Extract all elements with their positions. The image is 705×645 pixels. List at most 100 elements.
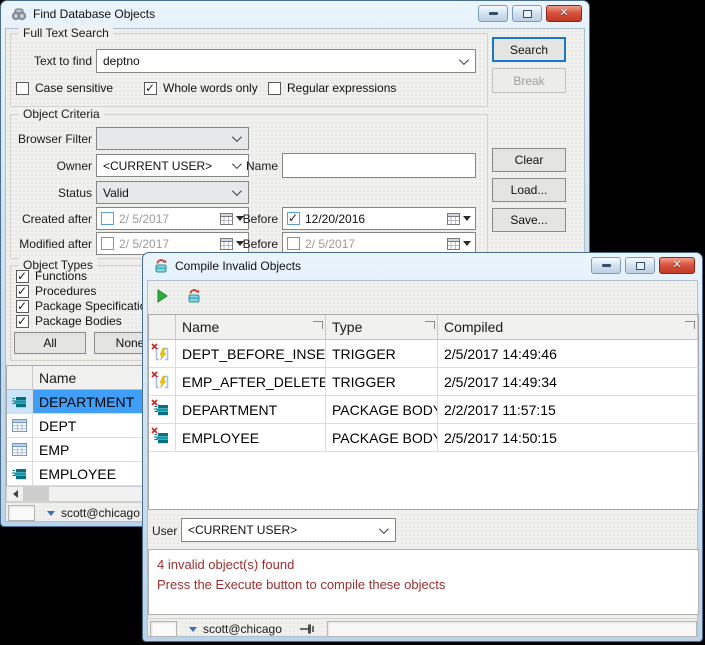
table-icon	[12, 443, 27, 456]
calendar-icon[interactable]	[447, 237, 460, 250]
object-row-type[interactable]: TRIGGER	[326, 368, 438, 396]
connection-dropdown-icon[interactable]	[189, 626, 197, 632]
procedures-option[interactable]: Procedures	[16, 284, 96, 298]
load-button[interactable]: Load...	[492, 178, 566, 202]
chevron-down-icon[interactable]	[231, 132, 242, 143]
execute-button[interactable]	[152, 286, 172, 306]
chevron-down-icon[interactable]	[458, 54, 469, 65]
whole-words-checkbox[interactable]	[144, 81, 157, 95]
functions-checkbox[interactable]	[16, 269, 29, 283]
name-label: Name	[245, 159, 278, 173]
package-bodies-option[interactable]: Package Bodies	[16, 314, 122, 328]
maximize-button[interactable]	[512, 5, 542, 22]
compile-window-title: Compile Invalid Objects	[175, 259, 302, 273]
result-row-icon-cell[interactable]	[7, 438, 33, 462]
calendar-icon[interactable]	[447, 212, 460, 225]
whole-words-option[interactable]: Whole words only	[144, 81, 258, 95]
package-specs-checkbox[interactable]	[16, 299, 29, 313]
regex-option[interactable]: Regular expressions	[268, 81, 396, 95]
scroll-left-arrow-icon[interactable]	[7, 487, 23, 501]
regex-checkbox[interactable]	[268, 81, 281, 95]
status-combobox[interactable]: Valid	[96, 181, 249, 204]
text-to-find-label: Text to find	[33, 54, 92, 68]
maximize-icon	[635, 261, 645, 270]
procedures-checkbox[interactable]	[16, 284, 29, 298]
modified-before-checkbox[interactable]	[287, 237, 300, 250]
trigger-invalid-icon	[151, 370, 170, 389]
text-to-find-combobox[interactable]: deptno	[96, 49, 476, 73]
object-row-icon-cell[interactable]	[149, 368, 176, 396]
result-row-icon-cell[interactable]	[7, 414, 33, 438]
connection-label[interactable]: scott@chicago	[203, 622, 282, 636]
save-button[interactable]: Save...	[492, 208, 566, 232]
scrollbar-thumb[interactable]	[23, 487, 49, 501]
date-dropdown-icon[interactable]	[463, 241, 471, 246]
object-row-name[interactable]: EMPLOYEE	[176, 424, 326, 452]
case-sensitive-option[interactable]: Case sensitive	[16, 81, 113, 95]
created-before-checkbox[interactable]	[287, 211, 300, 225]
object-row-type[interactable]: TRIGGER	[326, 340, 438, 368]
object-row-compiled[interactable]: 2/5/2017 14:49:34	[438, 368, 698, 396]
pin-icon[interactable]	[299, 623, 315, 635]
user-label: User	[152, 524, 178, 538]
object-row-type[interactable]: PACKAGE BODY	[326, 424, 438, 452]
icon-column-header[interactable]	[149, 315, 176, 340]
functions-option[interactable]: Functions	[16, 269, 87, 283]
results-icon-column-header[interactable]	[7, 366, 33, 390]
type-column-header[interactable]: Type	[326, 315, 438, 340]
object-row-compiled[interactable]: 2/5/2017 14:50:15	[438, 424, 698, 452]
object-row-name[interactable]: EMP_AFTER_DELETE	[176, 368, 326, 396]
created-before-datepicker[interactable]: 12/20/2016	[282, 207, 476, 230]
column-resize-icon[interactable]	[425, 321, 435, 329]
object-row-icon-cell[interactable]	[149, 424, 176, 452]
browser-filter-combobox[interactable]	[96, 127, 249, 150]
text-to-find-value: deptno	[103, 54, 140, 68]
maximize-button[interactable]	[625, 257, 655, 274]
result-row-icon-cell[interactable]	[7, 462, 33, 486]
user-combobox[interactable]: <CURRENT USER>	[181, 518, 396, 542]
modified-after-checkbox[interactable]	[101, 237, 114, 250]
package-bodies-checkbox[interactable]	[16, 314, 29, 328]
find-window-titlebar[interactable]: Find Database Objects ✕	[4, 1, 586, 27]
package-icon	[11, 467, 28, 481]
chevron-down-icon[interactable]	[231, 186, 242, 197]
minimize-button[interactable]	[591, 257, 621, 274]
object-row-icon-cell[interactable]	[149, 396, 176, 424]
all-button[interactable]: All	[14, 332, 86, 354]
package-specs-option[interactable]: Package Specifications	[16, 299, 159, 313]
object-row-name[interactable]: DEPARTMENT	[176, 396, 326, 424]
case-sensitive-checkbox[interactable]	[16, 81, 29, 95]
created-after-datepicker[interactable]: 2/ 5/2017	[96, 207, 249, 230]
compile-refresh-icon	[188, 289, 200, 303]
name-header-label: Name	[182, 319, 220, 335]
date-dropdown-icon[interactable]	[463, 216, 471, 221]
message-line-2: Press the Execute button to compile thes…	[157, 576, 446, 592]
object-row-type[interactable]: PACKAGE BODY	[326, 396, 438, 424]
close-icon: ✕	[559, 7, 569, 19]
object-row-compiled[interactable]: 2/2/2017 11:57:15	[438, 396, 698, 424]
minimize-button[interactable]	[478, 5, 508, 22]
full-text-search-legend: Full Text Search	[19, 26, 113, 40]
object-row-icon-cell[interactable]	[149, 340, 176, 368]
connection-label[interactable]: scott@chicago	[61, 506, 140, 520]
close-button[interactable]: ✕	[546, 5, 582, 22]
owner-combobox[interactable]: <CURRENT USER>	[96, 154, 249, 177]
close-button[interactable]: ✕	[659, 257, 695, 274]
object-row-compiled[interactable]: 2/5/2017 14:49:46	[438, 340, 698, 368]
column-resize-icon[interactable]	[685, 321, 695, 329]
connection-dropdown-icon[interactable]	[47, 510, 55, 516]
name-column-header[interactable]: Name	[176, 315, 326, 340]
compile-invalid-objects-window: Compile Invalid Objects ✕ Name Type Comp…	[142, 252, 703, 642]
object-row-name[interactable]: DEPT_BEFORE_INSERT	[176, 340, 326, 368]
search-button[interactable]: Search	[492, 37, 566, 62]
name-input[interactable]	[282, 153, 476, 178]
created-after-checkbox[interactable]	[101, 212, 114, 225]
refresh-button[interactable]	[184, 286, 204, 306]
compiled-column-header[interactable]: Compiled	[438, 315, 698, 340]
clear-button[interactable]: Clear	[492, 148, 566, 172]
execute-play-icon	[157, 289, 168, 303]
column-resize-icon[interactable]	[313, 321, 323, 329]
compile-window-titlebar[interactable]: Compile Invalid Objects ✕	[146, 253, 699, 279]
result-row-icon-cell[interactable]	[7, 390, 33, 414]
chevron-down-icon[interactable]	[378, 523, 389, 534]
